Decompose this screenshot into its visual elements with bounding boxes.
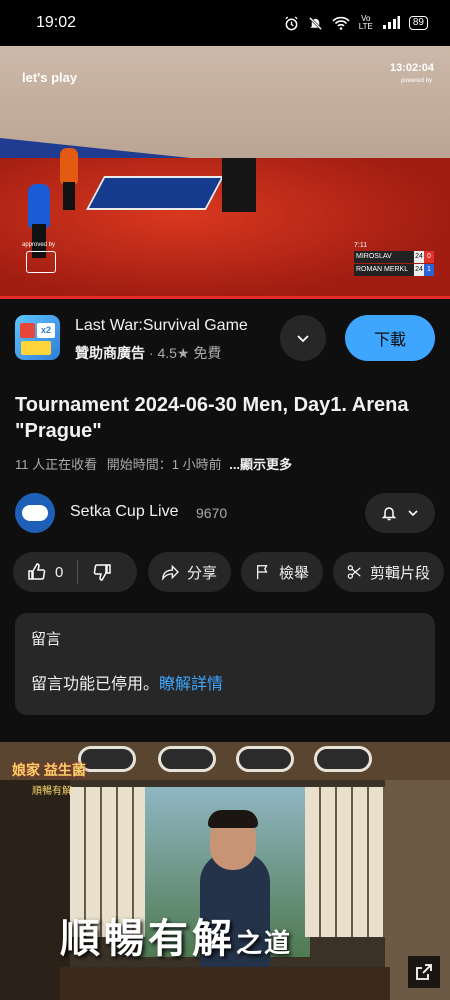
report-label: 檢舉 [278,564,309,582]
player-blue [28,184,50,258]
ad-slogan-main: 順暢有解 [60,915,236,962]
subscriber-count: 9670 [196,505,228,521]
video-progress-bar[interactable] [0,296,450,299]
comments-panel[interactable]: 留言 留言功能已停用。瞭解詳情 [15,613,435,715]
volte-bottom: LTE [358,22,373,31]
ad-window [236,746,294,772]
wifi-icon [332,16,350,30]
approval-seal-icon [26,251,56,273]
video-clock: 13:02:04 [389,62,434,74]
ad-brand-logo: 娘家 益生菌 [12,760,86,780]
status-bar: 19:02 Vo LTE 89 [0,0,450,46]
learn-more-link[interactable]: 瞭解詳情 [159,676,223,693]
video-title[interactable]: Tournament 2024-06-30 Men, Day1. Arena "… [15,392,435,444]
sponsored-ad[interactable]: x2 Last War:Survival Game 贊助商廣告 · 4.5★ 免… [0,306,450,372]
lets-play-logo: let's play [22,70,78,85]
ad-rating: · 4.5★ [148,345,190,361]
flag-icon [257,565,268,580]
open-external-icon [416,964,432,980]
video-meta[interactable]: 11 人正在收看 開始時間：1 小時前 ...顯示更多 [15,454,292,473]
like-count: 0 [55,563,64,581]
bell-icon [381,507,397,521]
scissors-icon [347,565,361,579]
channel-name[interactable]: Setka Cup Live [70,503,179,521]
status-time: 19:02 [36,14,77,31]
comments-disabled-text: 留言功能已停用。 [31,676,160,693]
ad-slogan-small: 之道 [236,929,293,959]
player-games: 24 [414,251,424,263]
like-divider [77,560,79,584]
comments-header: 留言 [31,631,62,648]
ad-window [78,746,136,772]
comments-disabled-message: 留言功能已停用。瞭解詳情 [31,670,223,694]
alarm-icon [285,15,298,30]
approved-by-label: approved by [22,242,56,248]
notification-bell-button[interactable] [365,493,435,533]
start-time: 開始時間：1 小時前 [106,457,222,472]
scoreboard-set: 7:11 [354,242,368,249]
like-icon[interactable] [27,562,47,582]
share-label: 分享 [186,564,217,582]
download-button[interactable]: 下載 [345,315,435,361]
umpire-desk [222,158,256,212]
volte-indicator: Vo LTE [359,15,373,31]
signal-icon [382,16,400,29]
like-dislike-group: 0 [13,552,137,592]
mute-icon [308,16,322,30]
report-button[interactable]: 檢舉 [241,552,323,592]
player-name: MIROSLAV HAJEK [354,251,414,272]
share-icon [162,564,179,581]
ad-window [314,746,372,772]
share-button[interactable]: 分享 [148,552,231,592]
ad-slogan: 順暢有解之道 [60,906,292,964]
ad-price: 免費 [193,345,222,361]
ad-subtitle: 贊助商廣告 · 4.5★ 免費 [75,343,221,363]
bottom-video-ad[interactable]: 娘家 益生菌 順暢有解 順暢有解之道 [0,742,450,1000]
ad-title[interactable]: Last War:Survival Game [75,317,248,335]
ad-brand-tag: 益生菌 [43,762,86,778]
scoreboard: 7:11 MIROSLAV HAJEK 24 0 ROMAN MERKL 24 … [354,242,434,277]
ad-expand-button[interactable] [280,315,326,361]
player-games: 24 [414,264,424,276]
status-icons: Vo LTE 89 [284,15,428,31]
ad-table [60,967,390,1000]
channel-avatar[interactable] [15,493,55,533]
ad-brand-sub: 順暢有解 [32,786,72,797]
ping-pong-table [85,176,225,210]
clip-button[interactable]: 剪輯片段 [333,552,444,592]
player-points: 1 [424,264,434,276]
channel-row: Setka Cup Live 9670 [0,490,450,536]
powered-by-label: powered by [400,78,432,84]
sponsored-label: 贊助商廣告 [75,345,145,361]
chevron-down-icon [297,335,309,343]
player-name: ROMAN MERKL [354,264,414,276]
show-more-link[interactable]: ...顯示更多 [229,457,292,472]
app-icon-badge: x2 [37,323,55,338]
scoreboard-row: MIROSLAV HAJEK 24 0 [354,251,434,272]
ad-shoji-right [305,787,385,937]
ad-presenter-hair [208,810,258,828]
app-icon[interactable]: x2 [15,315,60,360]
video-player[interactable]: let's play 13:02:04 powered by approved … [0,46,450,298]
clip-label: 剪輯片段 [369,564,430,582]
ad-brand: 娘家 [12,762,40,778]
watching-count: 11 人正在收看 [15,457,98,472]
chevron-down-icon [408,510,418,517]
player-orange [60,148,78,210]
ad-window [158,746,216,772]
video-progress-fill [0,296,450,299]
dislike-icon[interactable] [92,562,112,582]
battery-indicator: 89 [408,16,428,30]
scoreboard-row: ROMAN MERKL 24 1 [354,264,434,276]
player-points: 0 [424,251,434,263]
action-bar: 0 分享 檢舉 剪輯片段 [0,552,450,592]
open-external-button[interactable] [408,956,440,988]
